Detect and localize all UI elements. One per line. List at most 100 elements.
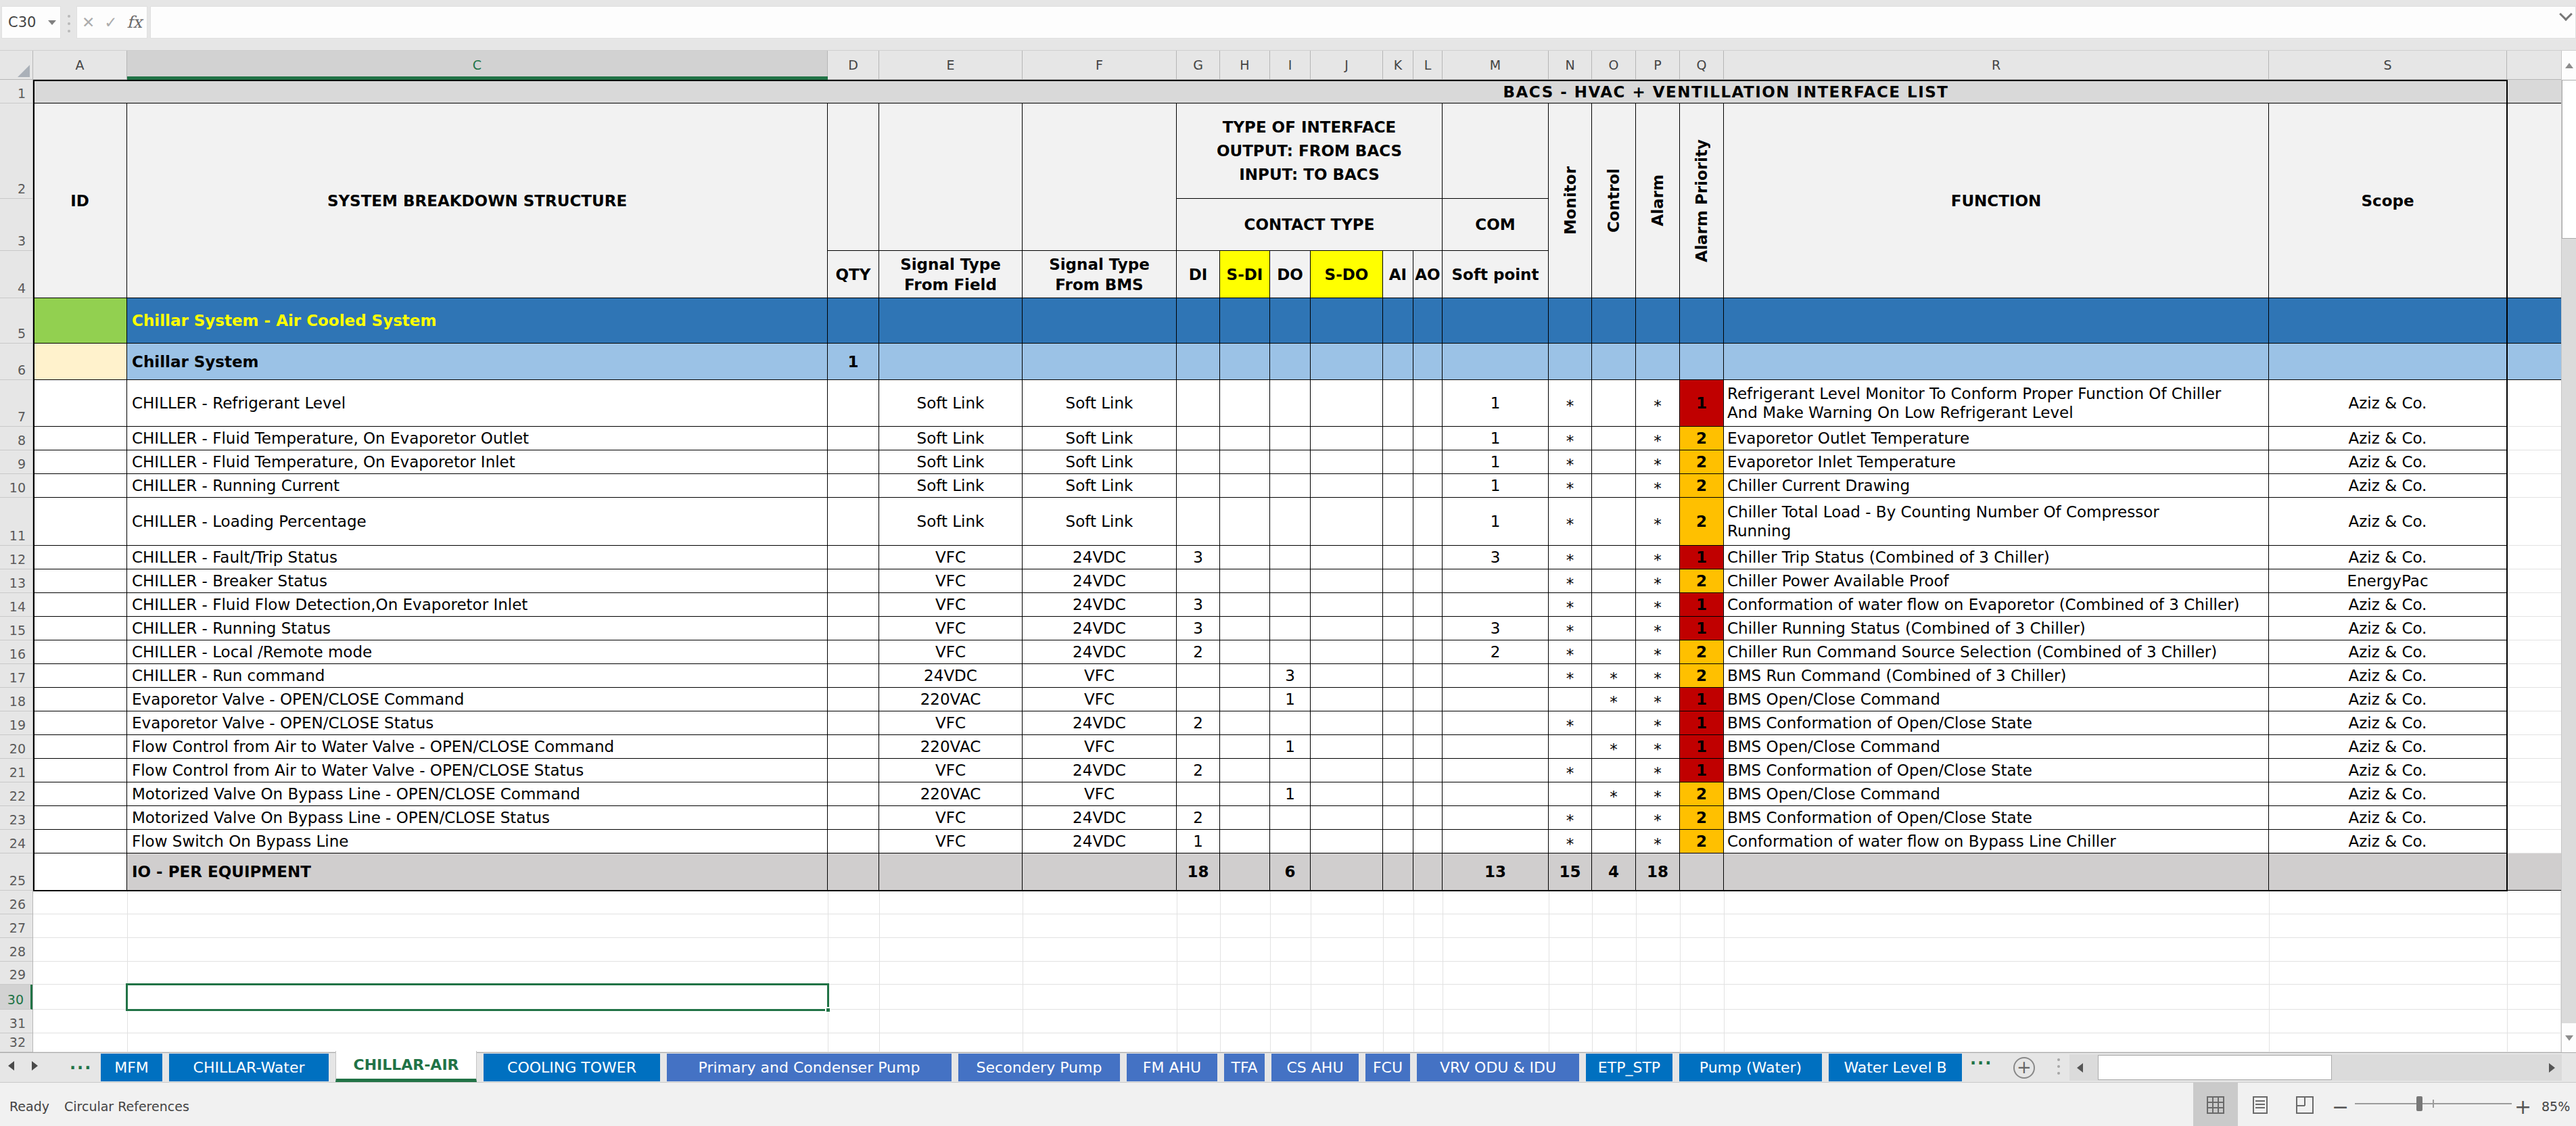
row-sbs[interactable]: Evaporetor Valve - OPEN/CLOSE Command <box>127 688 828 711</box>
row-control[interactable] <box>1592 617 1636 640</box>
sub-row-label[interactable]: Chillar System <box>127 344 828 380</box>
cell-H[interactable] <box>1220 617 1270 640</box>
header-id[interactable]: ID <box>33 103 127 298</box>
row-alarm[interactable]: * <box>1636 711 1680 735</box>
selected-cell-outline[interactable] <box>126 983 829 1011</box>
row-header-18[interactable]: 18 <box>0 688 32 711</box>
header-ao[interactable]: AO <box>1413 251 1443 298</box>
cell-D[interactable] <box>828 450 879 474</box>
sheet-tab-secondery-pump[interactable]: Secondery Pump <box>958 1054 1120 1081</box>
header-do[interactable]: DO <box>1270 251 1311 298</box>
cell-K5[interactable] <box>1383 298 1413 344</box>
column-header-F[interactable]: F <box>1023 51 1177 80</box>
row-signal-field[interactable]: VFC <box>879 806 1023 830</box>
column-header-S[interactable]: S <box>2269 51 2507 80</box>
cell-T[interactable] <box>2507 427 2561 450</box>
row-scope[interactable]: Aziz & Co. <box>2269 711 2507 735</box>
cell-K[interactable] <box>1383 830 1413 853</box>
cell-A14[interactable] <box>33 593 127 617</box>
cell-H[interactable] <box>1220 640 1270 664</box>
row-do[interactable]: 1 <box>1270 735 1311 759</box>
cell-D[interactable] <box>828 830 879 853</box>
cell-K[interactable] <box>1383 806 1413 830</box>
totals-do[interactable]: 6 <box>1270 853 1311 891</box>
row-soft-point[interactable]: 1 <box>1443 450 1549 474</box>
header-alarm-priority[interactable]: Alarm Priority <box>1680 103 1724 298</box>
cell-T[interactable] <box>2507 450 2561 474</box>
row-alarm[interactable]: * <box>1636 664 1680 688</box>
page-break-view-button[interactable] <box>2282 1083 2327 1126</box>
row-priority[interactable]: 1 <box>1680 711 1724 735</box>
row-control[interactable]: * <box>1592 782 1636 806</box>
row-header-1[interactable]: 1 <box>0 80 32 103</box>
cell-E5[interactable] <box>879 298 1023 344</box>
row-soft-point[interactable] <box>1443 830 1549 853</box>
scroll-down-button[interactable] <box>2562 1023 2576 1052</box>
cell-Q5[interactable] <box>1680 298 1724 344</box>
cell-T[interactable] <box>2507 830 2561 853</box>
row-alarm[interactable]: * <box>1636 830 1680 853</box>
column-header-R[interactable]: R <box>1724 51 2269 80</box>
sheet-tab-mfm[interactable]: MFM <box>101 1054 162 1081</box>
row-do[interactable] <box>1270 593 1311 617</box>
cell-K[interactable] <box>1383 640 1413 664</box>
row-signal-bms[interactable]: 24VDC <box>1023 640 1177 664</box>
cell-J[interactable] <box>1311 782 1383 806</box>
row-signal-field[interactable]: VFC <box>879 640 1023 664</box>
header-e-empty[interactable] <box>879 103 1023 251</box>
cell-K[interactable] <box>1383 688 1413 711</box>
cell-A25[interactable] <box>33 853 127 891</box>
status-circular-references[interactable]: Circular References <box>64 1099 189 1114</box>
row-signal-bms[interactable]: 24VDC <box>1023 711 1177 735</box>
cell-A15[interactable] <box>33 617 127 640</box>
cell-K[interactable] <box>1383 782 1413 806</box>
row-di[interactable] <box>1177 782 1220 806</box>
row-function[interactable]: Chiller Run Command Source Selection (Co… <box>1724 640 2269 664</box>
cell-H5[interactable] <box>1220 298 1270 344</box>
row-signal-bms[interactable]: Soft Link <box>1023 450 1177 474</box>
cell-A21[interactable] <box>33 759 127 782</box>
row-function[interactable]: Chiller Trip Status (Combined of 3 Chill… <box>1724 546 2269 569</box>
cell-H[interactable] <box>1220 782 1270 806</box>
row-control[interactable] <box>1592 427 1636 450</box>
row-header-28[interactable]: 28 <box>0 938 32 962</box>
sheet-tab-cooling-tower[interactable]: COOLING TOWER <box>484 1054 660 1081</box>
row-signal-field[interactable]: VFC <box>879 617 1023 640</box>
row-priority[interactable]: 1 <box>1680 688 1724 711</box>
row-soft-point[interactable] <box>1443 569 1549 593</box>
row-control[interactable] <box>1592 711 1636 735</box>
row-soft-point[interactable]: 1 <box>1443 380 1549 427</box>
row-function[interactable]: Conformation of water flow on Bypass Lin… <box>1724 830 2269 853</box>
row-control[interactable] <box>1592 380 1636 427</box>
cell-J[interactable] <box>1311 569 1383 593</box>
row-monitor[interactable] <box>1549 688 1592 711</box>
cell-A16[interactable] <box>33 640 127 664</box>
row-alarm[interactable]: * <box>1636 617 1680 640</box>
header-system-breakdown[interactable]: SYSTEM BREAKDOWN STRUCTURE <box>127 103 828 298</box>
cell-J5[interactable] <box>1311 298 1383 344</box>
cell-G6[interactable] <box>1177 344 1220 380</box>
row-monitor[interactable]: * <box>1549 640 1592 664</box>
row-priority[interactable]: 2 <box>1680 569 1724 593</box>
cell-J[interactable] <box>1311 474 1383 498</box>
cancel-icon[interactable]: ✕ <box>82 14 95 31</box>
cell-D[interactable] <box>828 617 879 640</box>
row-soft-point[interactable] <box>1443 782 1549 806</box>
row-signal-bms[interactable]: 24VDC <box>1023 806 1177 830</box>
row-alarm[interactable]: * <box>1636 806 1680 830</box>
row-di[interactable]: 2 <box>1177 640 1220 664</box>
totals-soft-point[interactable]: 13 <box>1443 853 1549 891</box>
cell-L[interactable] <box>1413 380 1443 427</box>
row-scope[interactable]: Aziz & Co. <box>2269 640 2507 664</box>
row-priority[interactable]: 2 <box>1680 806 1724 830</box>
sheet-tab-tfa[interactable]: TFA <box>1224 1054 1265 1081</box>
row-sbs[interactable]: CHILLER - Fluid Temperature, On Evaporet… <box>127 450 828 474</box>
row-scope[interactable]: Aziz & Co. <box>2269 617 2507 640</box>
row-function[interactable]: BMS Open/Close Command <box>1724 735 2269 759</box>
column-header-A[interactable]: A <box>33 51 127 80</box>
row-scope[interactable]: Aziz & Co. <box>2269 450 2507 474</box>
row-monitor[interactable]: * <box>1549 830 1592 853</box>
row-control[interactable] <box>1592 569 1636 593</box>
row-signal-field[interactable]: Soft Link <box>879 380 1023 427</box>
cell-T[interactable] <box>2507 546 2561 569</box>
